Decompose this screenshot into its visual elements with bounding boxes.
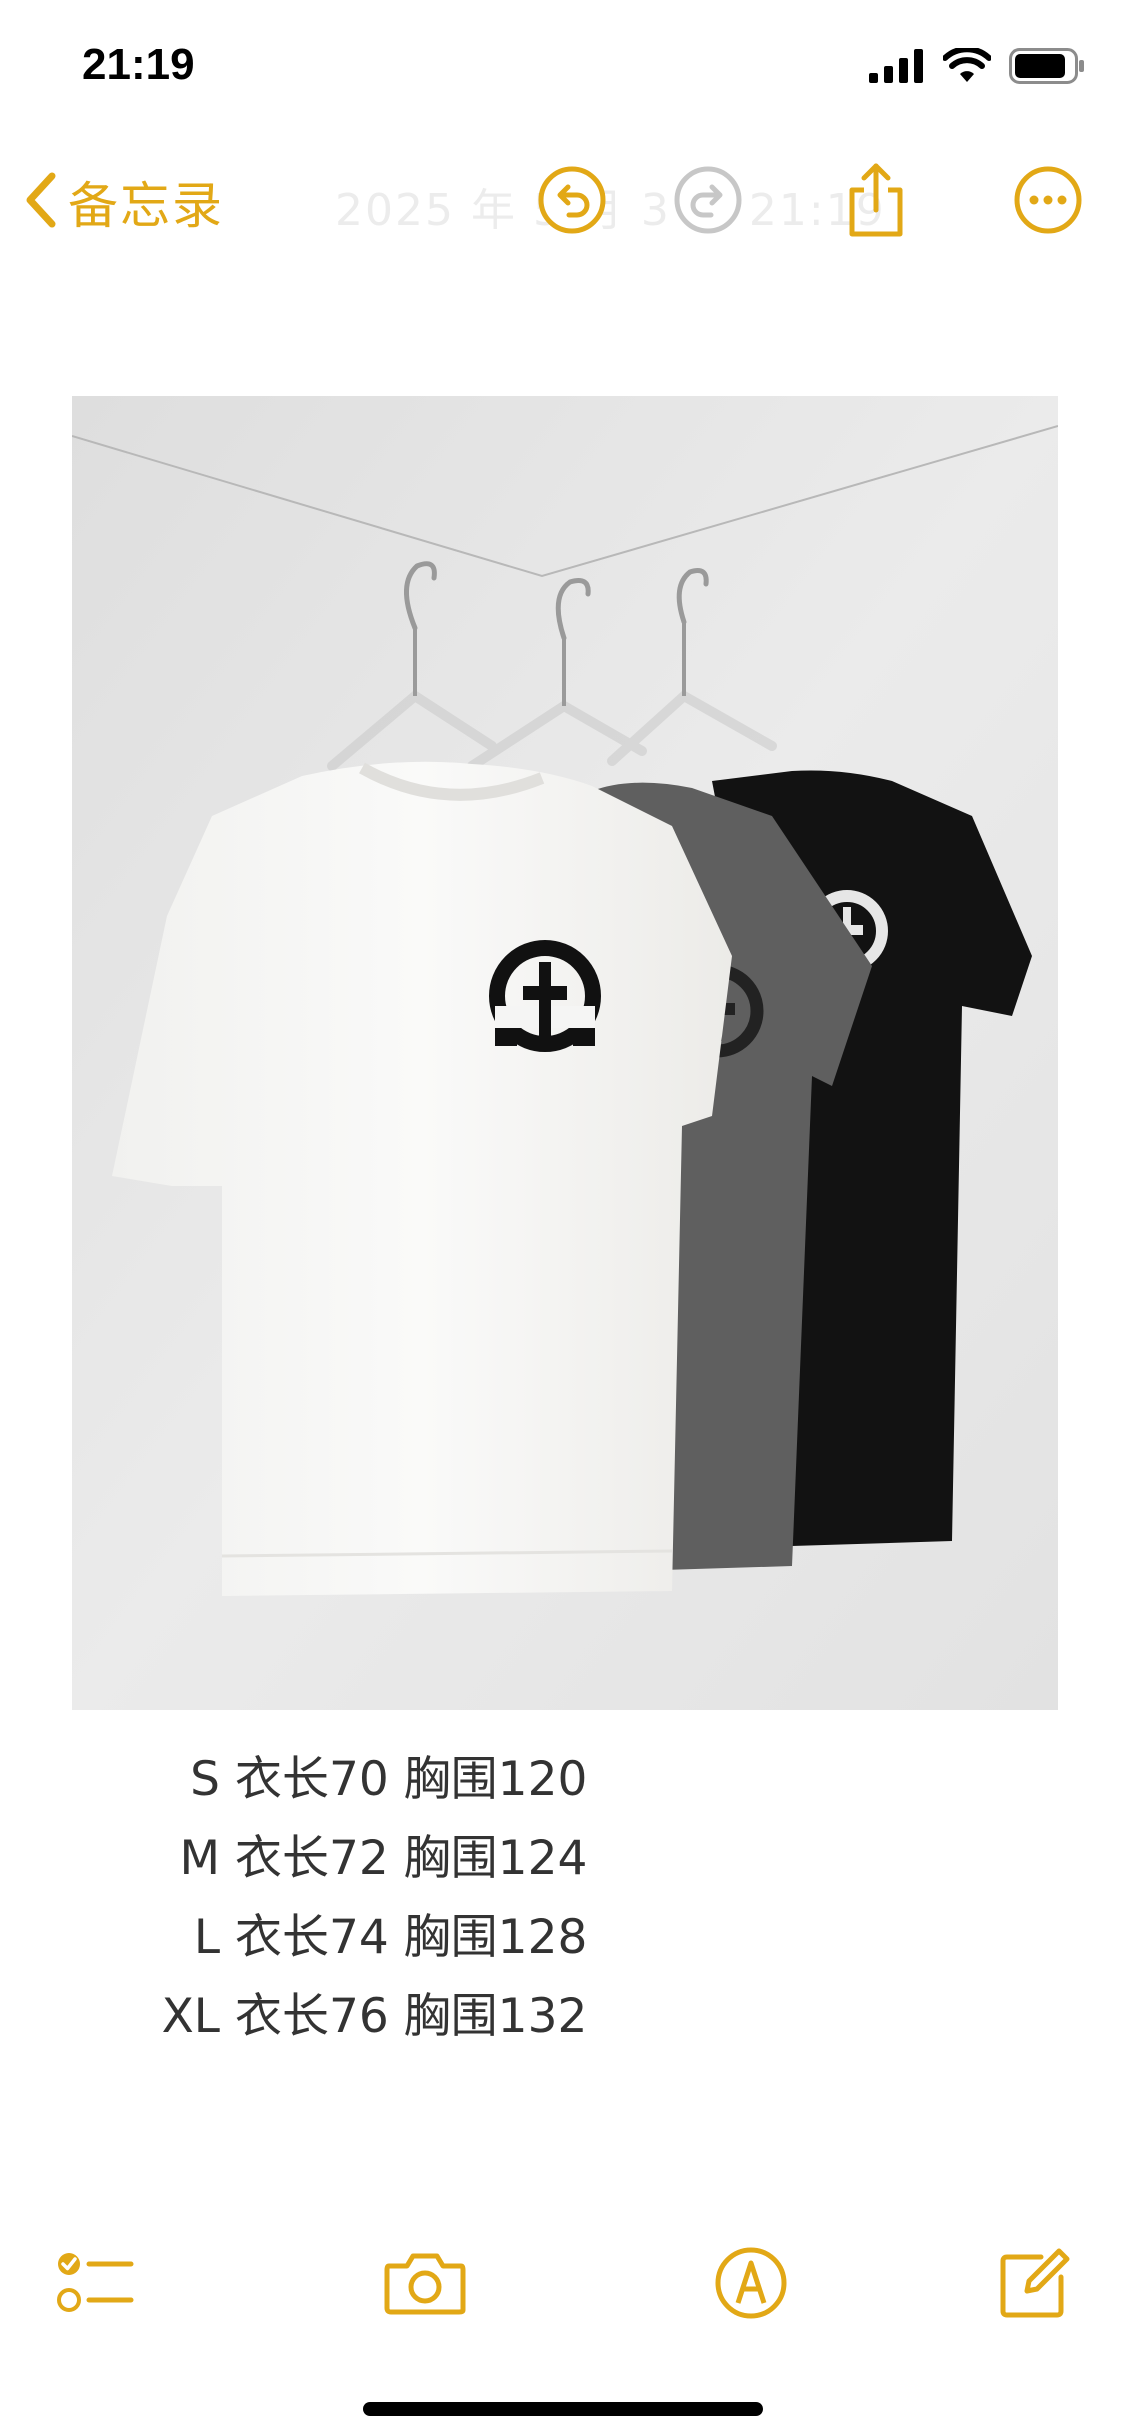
- undo-button[interactable]: [532, 162, 612, 242]
- three-tshirts-photo[interactable]: [72, 396, 1058, 1710]
- share-icon: [844, 162, 908, 242]
- markup-icon: [713, 2245, 789, 2325]
- size-row-xl: XL 衣长76 胸围132: [72, 1977, 588, 2056]
- compose-button[interactable]: [980, 2230, 1090, 2340]
- wifi-icon: [942, 46, 992, 88]
- status-time: 21:19: [82, 40, 195, 89]
- camera-icon: [383, 2250, 467, 2320]
- checklist-icon: [55, 2248, 135, 2322]
- back-button[interactable]: 备忘录: [22, 166, 224, 238]
- more-icon: [1013, 165, 1083, 239]
- size-row-s: S 衣长70 胸围120: [72, 1740, 587, 1819]
- redo-button[interactable]: [668, 162, 748, 242]
- size-measurements: 衣长70 胸围120: [220, 1752, 588, 1807]
- size-code: L: [193, 1910, 220, 1965]
- back-label: 备忘录: [68, 177, 224, 235]
- size-code: XL: [161, 1989, 220, 2044]
- size-measurements: 衣长74 胸围128: [220, 1910, 588, 1965]
- size-row-m: M 衣长72 胸围124: [72, 1819, 587, 1898]
- redo-icon: [673, 165, 743, 239]
- size-measurements: 衣长72 胸围124: [220, 1831, 588, 1886]
- bottom-toolbar: [0, 2230, 1125, 2340]
- size-code: M: [179, 1831, 220, 1886]
- share-button[interactable]: [836, 162, 916, 242]
- battery-icon: [1009, 48, 1085, 88]
- size-row-l: L 衣长74 胸围128: [72, 1898, 588, 1977]
- undo-icon: [537, 165, 607, 239]
- chevron-left-icon: [22, 170, 58, 234]
- status-bar: 21:19: [0, 0, 1125, 140]
- compose-icon: [997, 2245, 1073, 2325]
- more-button[interactable]: [1008, 162, 1088, 242]
- checklist-button[interactable]: [40, 2230, 150, 2340]
- markup-button[interactable]: [696, 2230, 806, 2340]
- home-indicator[interactable]: [363, 2402, 763, 2416]
- camera-button[interactable]: [370, 2230, 480, 2340]
- size-chart: S 衣长70 胸围120 M 衣长72 胸围124 L 衣长74 胸围128 X…: [72, 1740, 588, 2056]
- cellular-signal-icon: [869, 49, 925, 87]
- nav-bar: 备忘录 2025 年 5 月 3 日 21:19: [0, 150, 1125, 260]
- status-icons: [869, 46, 1085, 88]
- size-measurements: 衣长76 胸围132: [220, 1989, 588, 2044]
- size-code: S: [190, 1752, 220, 1807]
